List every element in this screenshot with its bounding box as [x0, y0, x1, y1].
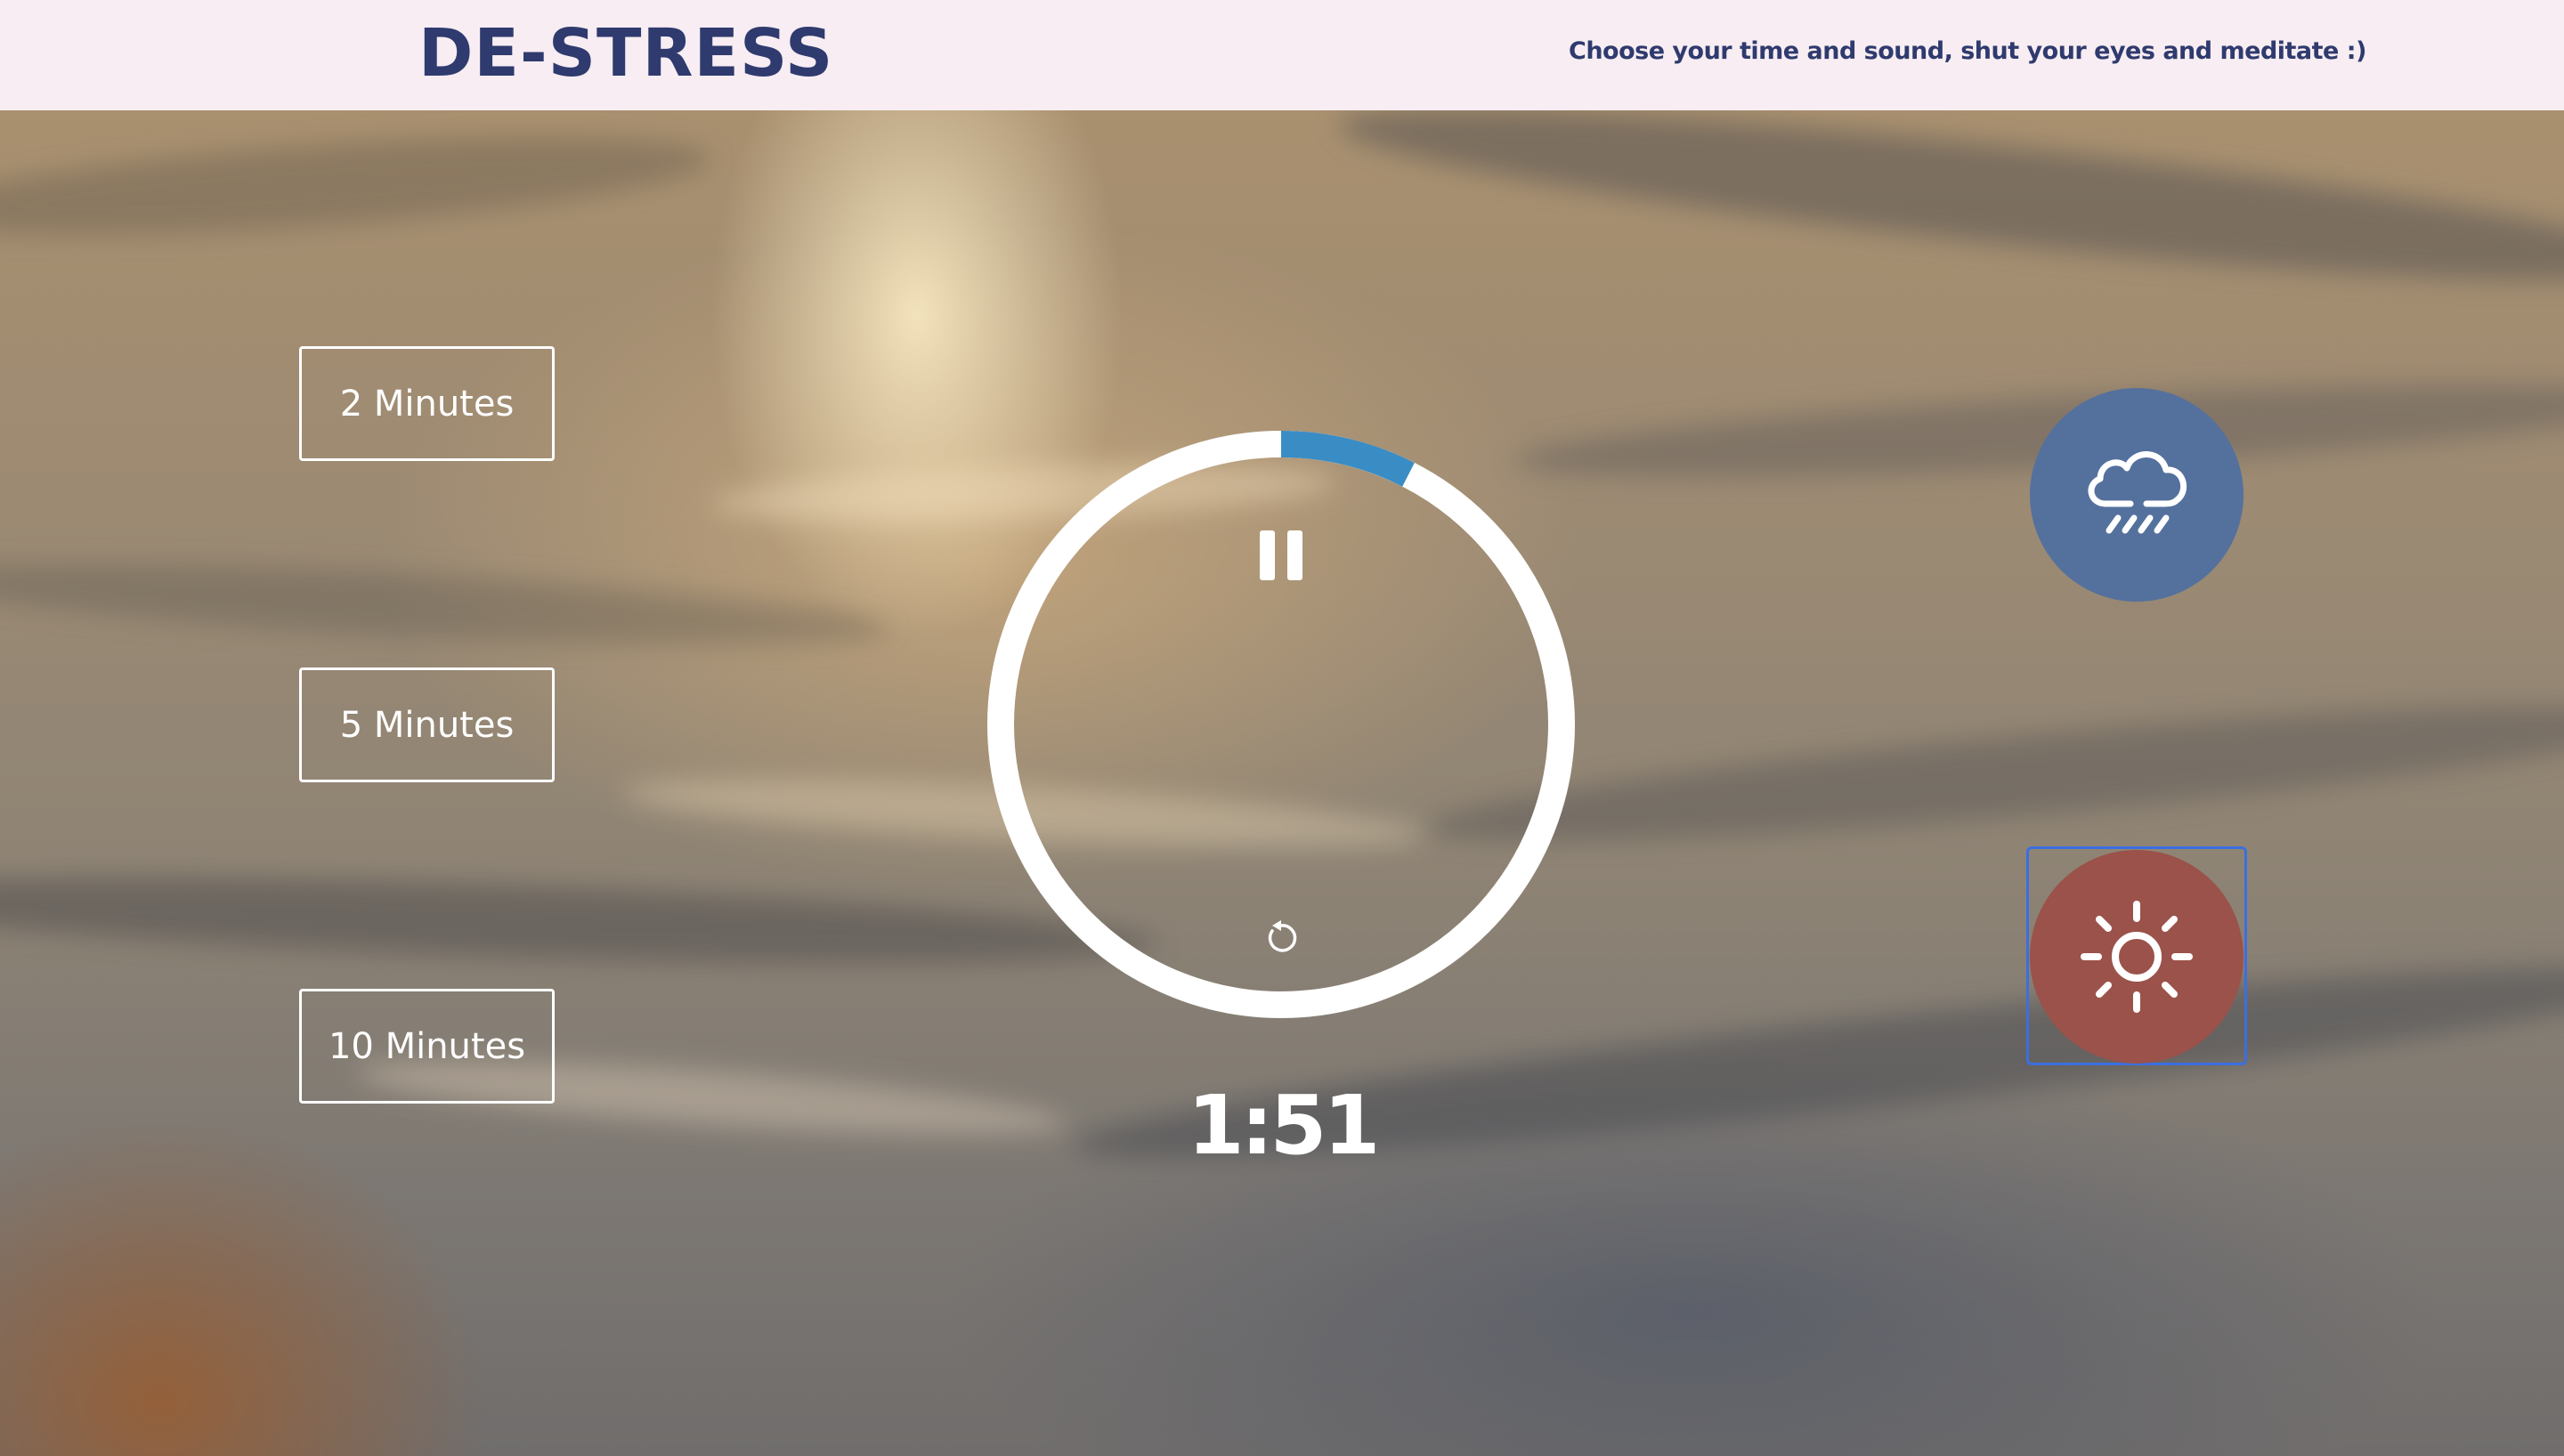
time-remaining: 1:51 [1187, 1078, 1381, 1173]
wave-shadow [0, 861, 1158, 980]
pause-button[interactable] [1228, 502, 1335, 609]
replay-button[interactable] [1254, 911, 1308, 965]
header-bar: DE-STRESS Choose your time and sound, sh… [0, 0, 2564, 110]
pause-icon [1260, 530, 1302, 580]
sun-icon [2081, 901, 2193, 1013]
app-title: DE-STRESS [418, 15, 834, 92]
wave-shadow [0, 547, 892, 661]
meditation-app: DE-STRESS Choose your time and sound, sh… [0, 0, 2564, 1456]
app-tagline: Choose your time and sound, shut your ey… [1569, 37, 2366, 65]
two-minutes-button[interactable]: 2 Minutes [299, 346, 555, 461]
ten-minutes-button[interactable]: 10 Minutes [299, 989, 555, 1104]
timer-player [987, 431, 1575, 1018]
rain-sound-button[interactable] [2030, 388, 2244, 602]
replay-icon [1268, 920, 1297, 952]
wave-shadow [1423, 679, 2564, 868]
rain-cloud-icon [2088, 451, 2187, 534]
wave-shadow [0, 117, 715, 255]
five-minutes-button[interactable]: 5 Minutes [299, 667, 555, 782]
summer-sound-button[interactable] [2030, 850, 2244, 1064]
wave-shadow [1334, 110, 2564, 314]
